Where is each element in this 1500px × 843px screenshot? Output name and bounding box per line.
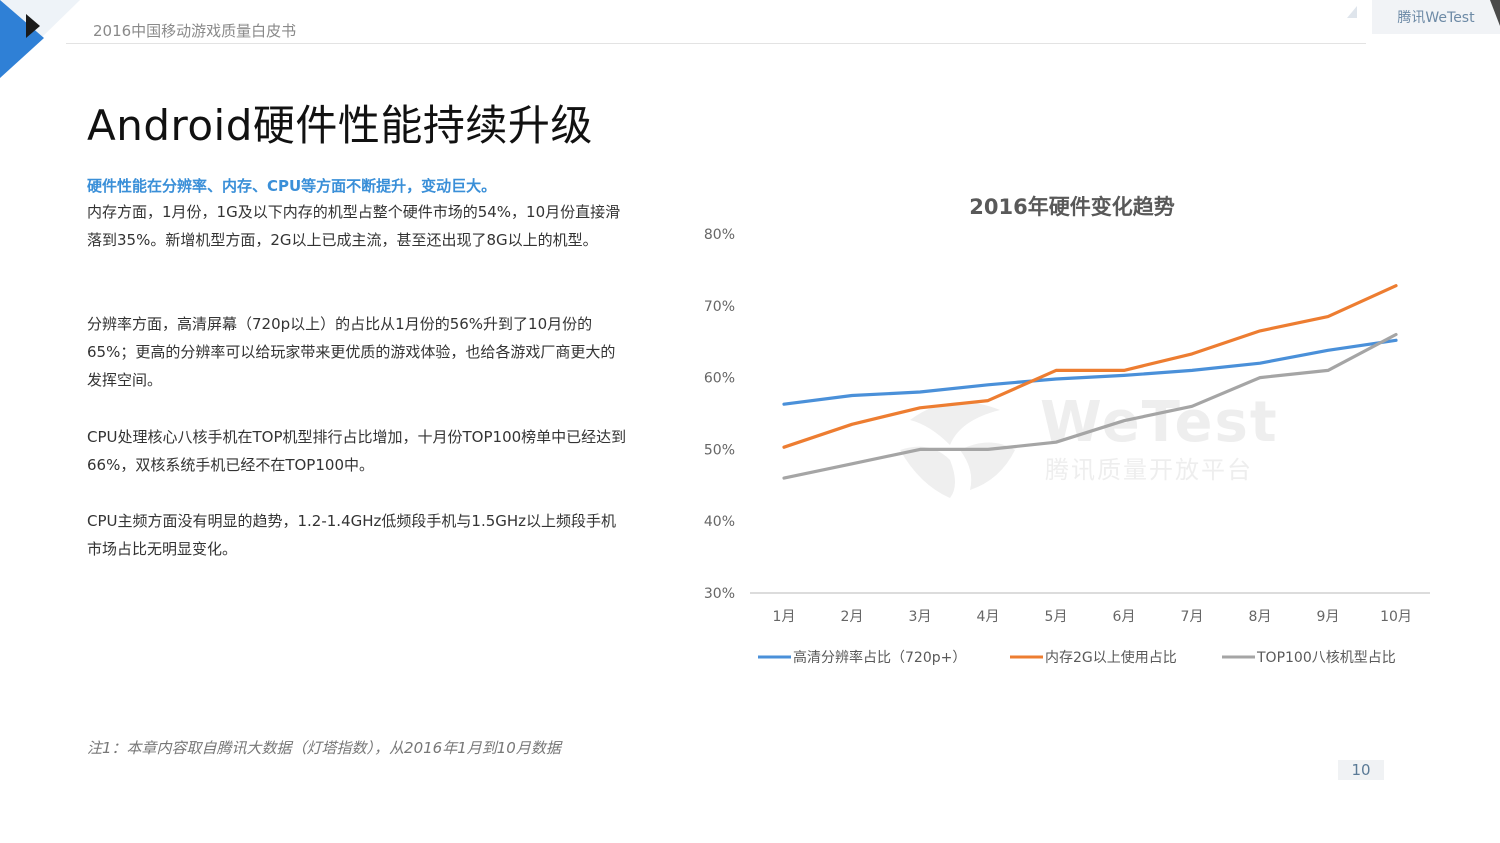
x-tick-label: 7月 (1181, 609, 1204, 625)
x-tick-label: 1月 (773, 609, 796, 625)
highlight-summary: 硬件性能在分辨率、内存、CPU等方面不断提升，变动巨大。 (87, 177, 497, 195)
header-divider (66, 43, 1366, 44)
brand-tab-decoration (1347, 6, 1357, 18)
x-tick-label: 10月 (1380, 609, 1412, 625)
x-tick-label: 6月 (1113, 609, 1136, 625)
y-tick-label: 40% (704, 514, 735, 530)
paragraph-cpu-frequency: CPU主频方面没有明显的趋势，1.2-1.4GHz低频段手机与1.5GHz以上频… (87, 512, 617, 558)
x-tick-label: 2月 (841, 609, 864, 625)
hardware-trend-chart: 2016年硬件变化趋势 30% 40% 50% 60% 70% 80% 1月 2月 3月 4月 5月 6… (704, 195, 1430, 666)
brand-label: 腾讯WeTest (1372, 0, 1500, 34)
y-tick-label: 80% (704, 227, 735, 243)
y-tick-label: 60% (704, 371, 735, 387)
footnote: 注1：本章内容取自腾讯大数据（灯塔指数），从2016年1月到10月数据 (87, 739, 561, 757)
page-title: Android硬件性能持续升级 (87, 101, 593, 150)
report-title: 2016中国移动游戏质量白皮书 (93, 22, 297, 40)
paragraph-cpu-cores: CPU处理核心八核手机在TOP机型排行占比增加，十月份TOP100榜单中已经达到… (87, 428, 627, 474)
paragraph-memory: 内存方面，1月份，1G及以下内存的机型占整个硬件市场的54%，10月份直接滑落到… (87, 203, 621, 249)
legend-label: 内存2G以上使用占比 (1045, 649, 1177, 666)
x-tick-label: 8月 (1249, 609, 1272, 625)
x-tick-label: 3月 (909, 609, 932, 625)
x-tick-label: 9月 (1317, 609, 1340, 625)
y-tick-label: 70% (704, 299, 735, 315)
paragraph-resolution: 分辨率方面，高清屏幕（720p以上）的占比从1月份的56%升到了10月份的65%… (87, 315, 616, 389)
x-tick-label: 4月 (977, 609, 1000, 625)
page-number: 10 (1338, 760, 1384, 780)
y-tick-label: 50% (704, 442, 735, 458)
legend-label: 高清分辨率占比（720p+） (793, 649, 966, 666)
x-tick-label: 5月 (1045, 609, 1068, 625)
y-tick-label: 30% (704, 586, 735, 602)
corner-accent (1490, 0, 1500, 26)
legend-label: TOP100八核机型占比 (1256, 650, 1396, 666)
series-line-2 (782, 284, 1398, 449)
chart-title: 2016年硬件变化趋势 (969, 195, 1174, 219)
corner-decoration (0, 0, 80, 78)
